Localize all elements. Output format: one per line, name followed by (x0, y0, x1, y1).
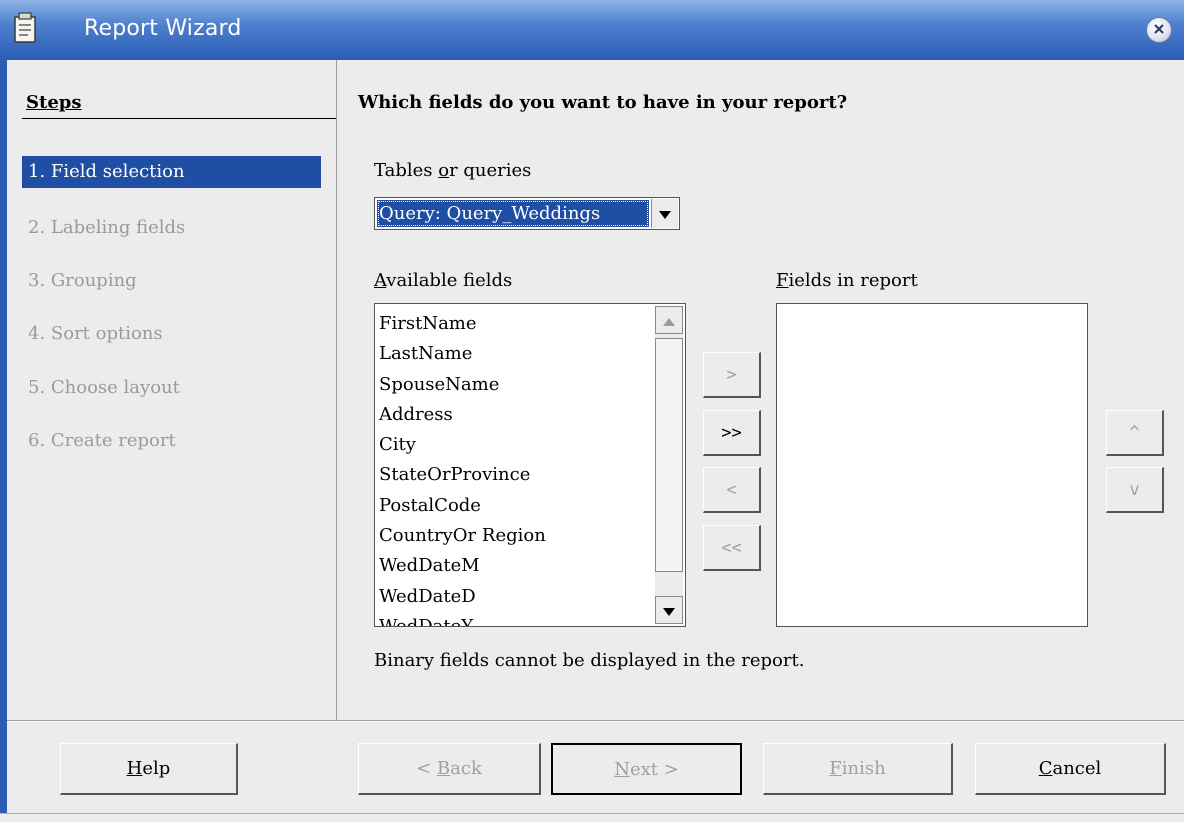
list-item[interactable]: WedDateM (379, 551, 649, 581)
move-down-button[interactable]: v (1106, 467, 1164, 513)
fields-in-report-list[interactable] (776, 303, 1088, 627)
title-bar[interactable]: Report Wizard (0, 0, 1184, 60)
list-item[interactable]: Address (379, 400, 649, 430)
next-button[interactable]: Next > (551, 743, 742, 795)
finish-mnemonic: F (829, 758, 842, 779)
tables-label-mnemonic: o (438, 160, 450, 181)
step-sort-options[interactable]: 4. Sort options (22, 318, 321, 350)
chevron-up-icon (663, 311, 675, 330)
finish-button[interactable]: Finish (763, 743, 953, 795)
back-mnemonic: B (436, 758, 451, 779)
remove-all-fields-button[interactable]: << (703, 525, 761, 571)
list-item[interactable]: FirstName (379, 309, 649, 339)
binary-fields-note: Binary fields cannot be displayed in the… (374, 650, 805, 671)
step-grouping[interactable]: 3. Grouping (22, 265, 321, 297)
scroll-up-button[interactable] (655, 306, 683, 334)
report-label-rest: ields in report (788, 270, 918, 291)
available-label-rest: vailable fields (386, 270, 513, 291)
next-label: ext > (629, 758, 679, 780)
list-item[interactable]: City (379, 430, 649, 460)
cancel-mnemonic: C (1038, 758, 1053, 779)
chevron-down-icon (659, 204, 671, 223)
add-all-fields-button[interactable]: >> (703, 410, 761, 456)
step-choose-layout[interactable]: 5. Choose layout (22, 372, 321, 404)
finish-label: inish (841, 758, 886, 779)
tables-label-post: r queries (449, 160, 532, 181)
fields-in-report-label: Fields in report (776, 270, 918, 291)
scroll-down-button[interactable] (655, 596, 683, 624)
page-question: Which fields do you want to have in your… (358, 92, 848, 113)
list-item[interactable]: SpouseName (379, 370, 649, 400)
back-prefix: < (416, 758, 437, 779)
tables-label: Tables or queries (374, 160, 531, 181)
dropdown-button[interactable] (651, 199, 678, 228)
list-item[interactable]: PostalCode (379, 491, 649, 521)
list-item[interactable]: WedDateY (379, 612, 649, 626)
available-fields-items: FirstName LastName SpouseName Address Ci… (379, 309, 649, 626)
report-label-mnemonic: F (776, 270, 789, 291)
help-label: elp (142, 758, 171, 779)
step-field-selection[interactable]: 1. Field selection (22, 156, 321, 188)
available-fields-label: Available fields (374, 270, 512, 291)
tables-queries-value: Query: Query_Weddings (377, 200, 649, 227)
available-fields-scrollbar[interactable] (655, 306, 683, 624)
list-item[interactable]: StateOrProvince (379, 460, 649, 490)
help-button[interactable]: Help (60, 743, 238, 795)
tables-label-pre: Tables (374, 160, 439, 181)
add-field-button[interactable]: > (703, 352, 761, 398)
document-icon (12, 12, 38, 44)
chevron-down-icon (663, 601, 675, 620)
window-title: Report Wizard (84, 16, 242, 41)
help-mnemonic: H (126, 758, 143, 779)
scroll-thumb[interactable] (655, 338, 683, 572)
move-up-button[interactable]: ^ (1106, 410, 1164, 456)
report-wizard-window: Report Wizard Steps 1. Field selection 2… (0, 0, 1184, 822)
steps-divider (22, 118, 336, 119)
close-icon (1152, 21, 1166, 40)
list-item[interactable]: CountryOr Region (379, 521, 649, 551)
back-label: ack (450, 758, 482, 779)
steps-title: Steps (26, 92, 82, 113)
close-button[interactable] (1146, 17, 1172, 43)
step-labeling-fields[interactable]: 2. Labeling fields (22, 212, 321, 244)
next-mnemonic: N (614, 758, 630, 780)
remove-field-button[interactable]: < (703, 467, 761, 513)
cancel-label: ancel (1052, 758, 1102, 779)
list-item[interactable]: LastName (379, 339, 649, 369)
available-label-mnemonic: A (374, 270, 387, 291)
window-frame-left (0, 60, 7, 821)
footer-divider-highlight (7, 721, 1184, 722)
available-fields-list[interactable]: FirstName LastName SpouseName Address Ci… (374, 303, 686, 627)
list-item[interactable]: WedDateD (379, 582, 649, 612)
back-button[interactable]: < Back (358, 743, 541, 795)
step-create-report[interactable]: 6. Create report (22, 425, 321, 457)
tables-queries-select[interactable]: Query: Query_Weddings (374, 197, 680, 230)
cancel-button[interactable]: Cancel (975, 743, 1166, 795)
